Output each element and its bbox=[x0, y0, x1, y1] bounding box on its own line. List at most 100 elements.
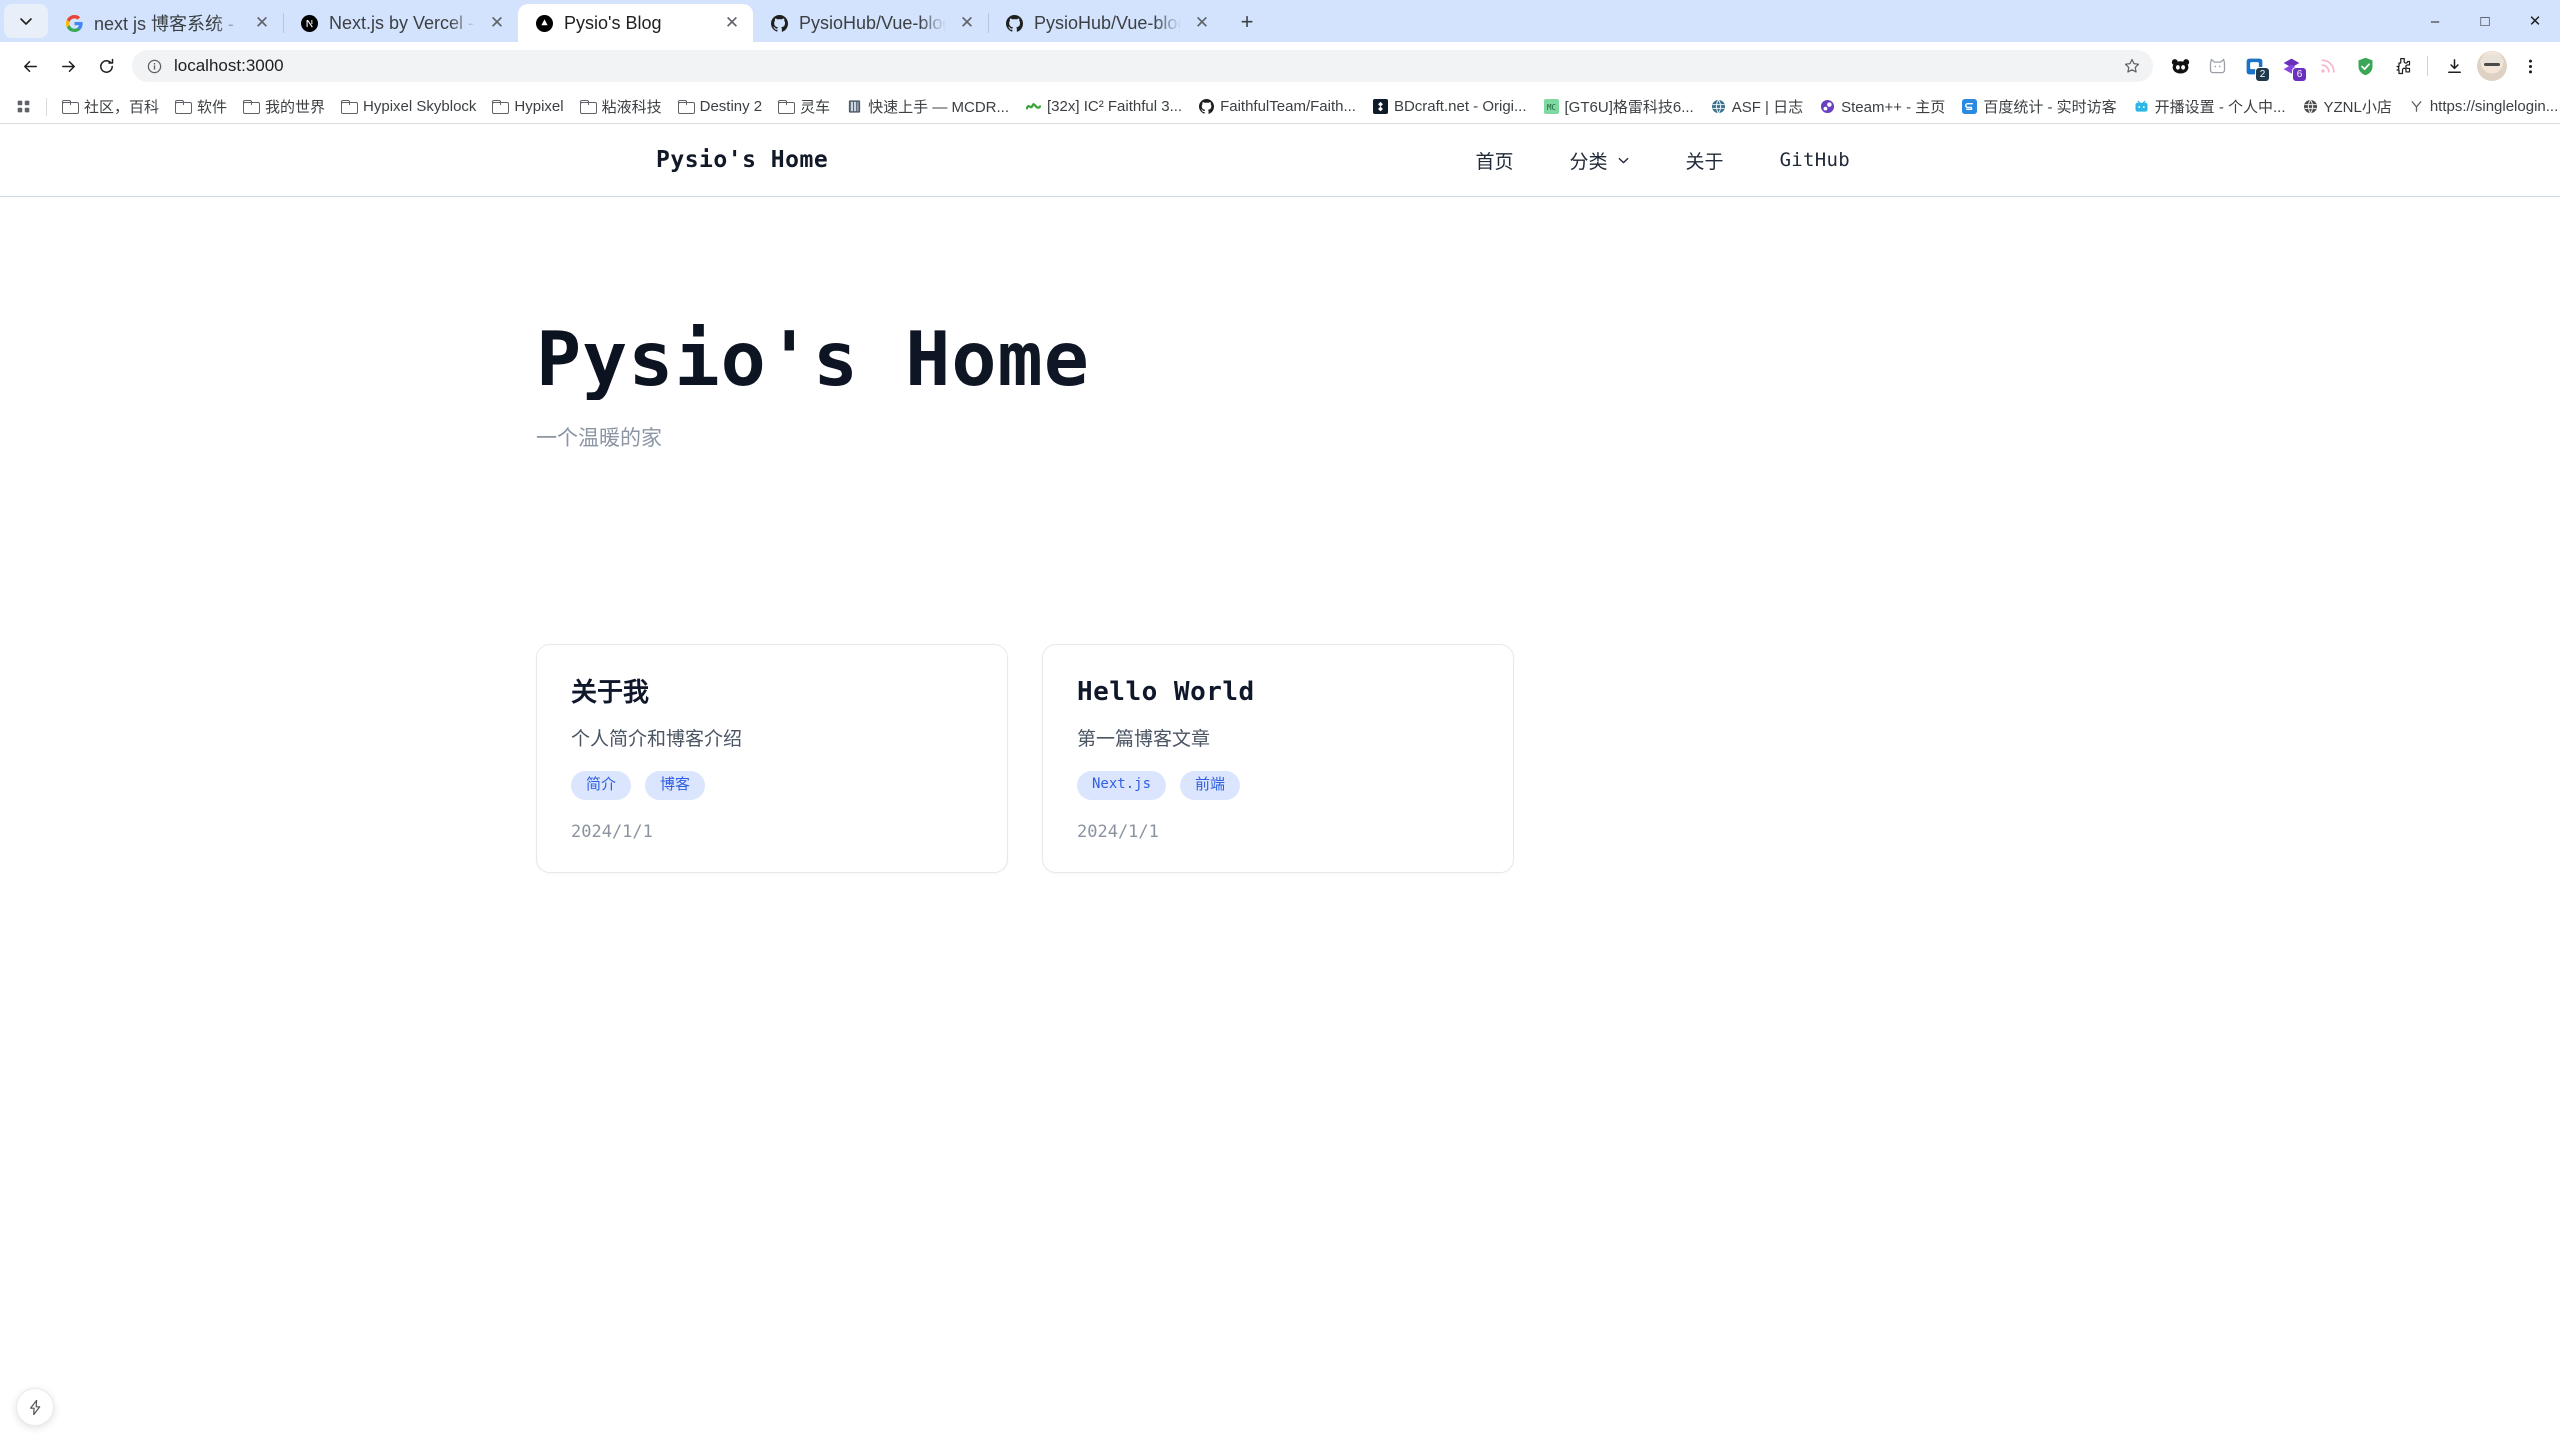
post-card-description: 第一篇博客文章 bbox=[1077, 729, 1211, 751]
extension-badge: 2 bbox=[2255, 67, 2270, 82]
bookmark-label: https://singlelogin... bbox=[2429, 98, 2559, 115]
bookmark-item[interactable]: 灵车 bbox=[771, 93, 837, 121]
bookmark-item[interactable]: 开播设置 - 个人中... bbox=[2126, 93, 2293, 121]
close-window-button[interactable]: ✕ bbox=[2510, 0, 2560, 42]
forward-button[interactable] bbox=[50, 48, 86, 84]
bookmark-label: Steam++ - 主页 bbox=[1841, 99, 1946, 116]
bookmark-item[interactable]: Hypixel bbox=[485, 93, 570, 121]
bookmark-item[interactable]: 快速上手 — MCDR... bbox=[839, 93, 1016, 121]
globe-icon bbox=[2302, 98, 2319, 115]
y-icon bbox=[2408, 98, 2425, 115]
bookmark-item[interactable]: FaithfulTeam/Faith... bbox=[1191, 93, 1363, 121]
nav-item-github[interactable]: GitHub bbox=[1780, 149, 1850, 171]
tab-strip: next js 博客系统 - Google 搜索 ✕ Next.js by Ve… bbox=[0, 0, 2560, 42]
maximize-button[interactable]: □ bbox=[2460, 0, 2510, 42]
svg-text:MC: MC bbox=[1547, 103, 1556, 112]
page-main: Pysio's Home 一个温暖的家 关于我 个人简介和博客介绍 简介 博客 … bbox=[0, 197, 2560, 873]
post-card-tags: 简介 博客 bbox=[571, 771, 973, 800]
bookmark-label: ASF | 日志 bbox=[1731, 99, 1804, 116]
nav-item-about[interactable]: 关于 bbox=[1686, 147, 1724, 174]
bookmark-item[interactable]: 软件 bbox=[168, 93, 234, 121]
bookmark-item[interactable]: Steam++ - 主页 bbox=[1812, 93, 1952, 121]
cat-extension-icon[interactable] bbox=[2200, 49, 2234, 83]
site-info-icon[interactable] bbox=[144, 56, 164, 76]
arrow-left-icon bbox=[23, 60, 37, 72]
browser-tab[interactable]: Next.js by Vercel - The React ✕ bbox=[283, 4, 518, 42]
post-card-date: 2024/1/1 bbox=[571, 821, 653, 842]
profile-button[interactable] bbox=[2474, 48, 2510, 84]
browser-tab[interactable]: PysioHub/Vue-blog-Dev at m ✕ bbox=[988, 4, 1223, 42]
bookmark-item[interactable]: YZNL小店 bbox=[2295, 93, 2399, 121]
bookmark-label: 灵车 bbox=[800, 99, 831, 116]
tab-title: PysioHub/Vue-blog-Dev at m bbox=[1034, 12, 1181, 33]
new-tab-button[interactable]: + bbox=[1229, 4, 1265, 40]
adblock-shield-extension-icon[interactable] bbox=[2348, 49, 2382, 83]
bookmark-item[interactable]: 我的世界 bbox=[236, 93, 332, 121]
site-nav: 首页 分类 关于 GitHub bbox=[1476, 147, 1850, 174]
close-icon[interactable]: ✕ bbox=[956, 12, 978, 34]
bookmark-item[interactable]: 粘液科技 bbox=[573, 93, 669, 121]
puzzle-extensions-icon[interactable] bbox=[2385, 49, 2419, 83]
bookmark-item[interactable]: https://singlelogin... bbox=[2401, 93, 2560, 121]
reload-button[interactable] bbox=[88, 48, 124, 84]
nav-item-categories[interactable]: 分类 bbox=[1570, 147, 1630, 174]
bookmark-item[interactable]: BDcraft.net - Origi... bbox=[1365, 93, 1534, 121]
bookmark-item[interactable]: ASF | 日志 bbox=[1703, 93, 1810, 121]
bookmark-item[interactable]: Destiny 2 bbox=[671, 93, 770, 121]
tab-title: PysioHub/Vue-blog-Dev at m bbox=[799, 12, 946, 33]
tab-search-button[interactable] bbox=[4, 4, 48, 38]
folder-icon bbox=[778, 98, 796, 115]
chrome-menu-button[interactable] bbox=[2512, 48, 2548, 84]
notes-extension-icon[interactable]: 2 bbox=[2237, 49, 2271, 83]
nav-item-label: 首页 bbox=[1475, 151, 1514, 173]
close-icon[interactable]: ✕ bbox=[486, 12, 508, 34]
browser-tab[interactable]: PysioHub/Vue-blog-Dev at m ✕ bbox=[753, 4, 988, 42]
nav-item-home[interactable]: 首页 bbox=[1476, 147, 1514, 174]
tag-chip[interactable]: 博客 bbox=[645, 771, 706, 800]
post-card[interactable]: Hello World 第一篇博客文章 Next.js 前端 2024/1/1 bbox=[1042, 644, 1514, 873]
chevron-down-icon bbox=[20, 18, 32, 25]
browser-tab[interactable]: next js 博客系统 - Google 搜索 ✕ bbox=[48, 4, 283, 42]
address-bar[interactable]: localhost:3000 bbox=[132, 50, 2153, 82]
bookmark-item[interactable]: MC [GT6U]格雷科技6... bbox=[1536, 93, 1701, 121]
apps-grid-icon[interactable] bbox=[8, 93, 38, 121]
folder-icon bbox=[243, 98, 261, 115]
browser-tab-active[interactable]: Pysio's Blog ✕ bbox=[518, 4, 753, 42]
tab-separator bbox=[283, 13, 284, 33]
more-vertical-icon bbox=[2528, 59, 2532, 73]
globe-icon bbox=[1710, 98, 1727, 115]
site-logo[interactable]: Pysio's Home bbox=[656, 147, 828, 173]
tag-chip[interactable]: 简介 bbox=[571, 771, 632, 800]
steam-plus-icon bbox=[1819, 98, 1836, 115]
downloads-button[interactable] bbox=[2436, 48, 2472, 84]
bookmark-label: 百度统计 - 实时访客 bbox=[1983, 99, 2117, 116]
post-card-title: Hello World bbox=[1077, 677, 1255, 707]
bookmark-item[interactable]: 百度统计 - 实时访客 bbox=[1954, 93, 2123, 121]
close-icon[interactable]: ✕ bbox=[721, 12, 743, 34]
bookmark-item[interactable]: [32x] IC² Faithful 3... bbox=[1018, 93, 1189, 121]
address-bar-url: localhost:3000 bbox=[174, 56, 284, 75]
tag-chip[interactable]: 前端 bbox=[1180, 771, 1241, 800]
folder-icon bbox=[175, 98, 193, 115]
folder-icon bbox=[62, 98, 79, 115]
layers-extension-icon[interactable]: 6 bbox=[2274, 49, 2308, 83]
bookmark-item[interactable]: Hypixel Skyblock bbox=[334, 93, 483, 121]
close-icon[interactable]: ✕ bbox=[251, 12, 273, 34]
post-card-title: 关于我 bbox=[571, 677, 650, 707]
chevron-down-icon bbox=[1618, 157, 1628, 163]
panda-extension-icon[interactable] bbox=[2163, 49, 2197, 83]
devtools-fab-button[interactable] bbox=[16, 1388, 54, 1426]
tab-title: next js 博客系统 - Google 搜索 bbox=[94, 14, 241, 34]
back-button[interactable] bbox=[12, 48, 48, 84]
post-card[interactable]: 关于我 个人简介和博客介绍 简介 博客 2024/1/1 bbox=[536, 644, 1008, 873]
minimize-button[interactable]: – bbox=[2410, 0, 2460, 42]
arrow-right-icon bbox=[61, 60, 75, 72]
bookmark-star-icon[interactable] bbox=[2121, 55, 2143, 77]
tag-chip[interactable]: Next.js bbox=[1077, 771, 1167, 800]
rss-extension-icon[interactable] bbox=[2311, 49, 2345, 83]
bookmark-label: Destiny 2 bbox=[699, 98, 763, 115]
hero-section: Pysio's Home 一个温暖的家 bbox=[536, 197, 2560, 452]
bookmark-item[interactable]: 社区，百科 bbox=[55, 93, 166, 121]
github-icon bbox=[1004, 13, 1024, 33]
close-icon[interactable]: ✕ bbox=[1191, 12, 1213, 34]
